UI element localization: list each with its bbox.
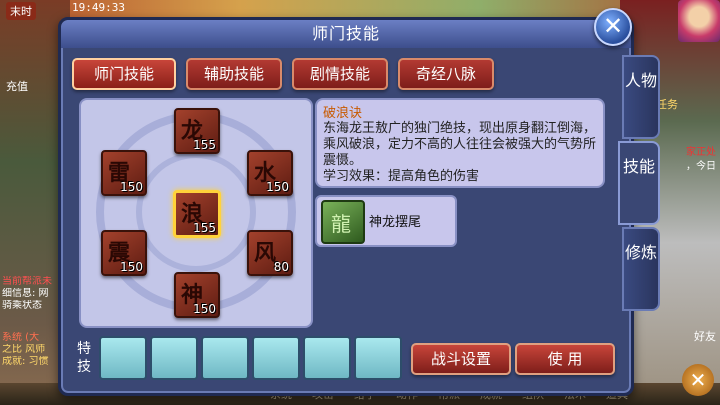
skill-icon[interactable]: 雷 150 bbox=[101, 150, 147, 196]
notice-text: 家正处 ，今日 bbox=[686, 146, 716, 174]
special-skill-slot[interactable] bbox=[354, 336, 402, 380]
sub-skill-card[interactable]: 龍 神龙摆尾 bbox=[315, 195, 457, 247]
sub-skill-glyph: 龍 bbox=[331, 212, 351, 236]
special-skill-slot[interactable] bbox=[201, 336, 249, 380]
skill-description: 破浪诀 东海龙王敖广的独门绝技，现出原身翻江倒海，乘风破浪，定力不高的人往往会被… bbox=[315, 98, 605, 188]
notice-line: 家正处 bbox=[686, 147, 716, 158]
skill-effect: 学习效果：提高角色的伤害 bbox=[323, 169, 480, 184]
skills-panel: 师门技能 师门技能 辅助技能 剧情技能 奇经八脉 龙 155 雷 150 水 1… bbox=[58, 17, 634, 396]
skill-level: 155 bbox=[193, 221, 216, 235]
skill-level: 150 bbox=[193, 302, 216, 316]
skill-level: 150 bbox=[120, 260, 143, 274]
player-avatar[interactable] bbox=[678, 0, 720, 42]
tab-story-skills[interactable]: 剧情技能 bbox=[292, 58, 388, 90]
battle-settings-button[interactable]: 战斗设置 bbox=[411, 343, 511, 375]
skill-level: 155 bbox=[193, 138, 216, 152]
game-clock: 末时 bbox=[6, 2, 36, 20]
skill-icon[interactable]: 龙 155 bbox=[174, 108, 220, 154]
chat-line: 系统 (大 bbox=[2, 332, 40, 343]
dragon-tail-icon: 龍 bbox=[321, 200, 365, 244]
hud-close-icon[interactable]: ✕ bbox=[682, 364, 714, 396]
tab-cultivation[interactable]: 修炼 bbox=[622, 227, 660, 311]
tab-school-skills[interactable]: 师门技能 bbox=[72, 58, 176, 90]
special-skill-slot[interactable] bbox=[99, 336, 147, 380]
chat-line: 之比 风师 bbox=[2, 344, 46, 355]
special-skill-slot[interactable] bbox=[252, 336, 300, 380]
special-skill-label: 特技 bbox=[77, 341, 91, 375]
skill-icon-selected[interactable]: 浪 155 bbox=[173, 190, 221, 238]
close-icon[interactable]: ✕ bbox=[594, 8, 632, 46]
special-skill-slot[interactable] bbox=[303, 336, 351, 380]
sub-skill-name: 神龙摆尾 bbox=[369, 215, 422, 230]
skill-icon[interactable]: 水 150 bbox=[247, 150, 293, 196]
chat-log[interactable]: 当前帮派未 细信息: 网 骑乘状态 系统 (大 之比 风师 成就: 习惯 bbox=[2, 276, 62, 368]
skill-category-tabs: 师门技能 辅助技能 剧情技能 奇经八脉 bbox=[72, 58, 494, 90]
tab-support-skills[interactable]: 辅助技能 bbox=[186, 58, 282, 90]
chat-line: 当前帮派未 bbox=[2, 276, 52, 287]
skill-icon[interactable]: 风 80 bbox=[247, 230, 293, 276]
special-skill-bar: 特技 战斗设置 使 用 bbox=[71, 330, 621, 382]
tab-character[interactable]: 人物 bbox=[622, 55, 660, 139]
tab-meridian[interactable]: 奇经八脉 bbox=[398, 58, 494, 90]
skill-level: 80 bbox=[273, 260, 289, 274]
chat-line: 成就: 习惯 bbox=[2, 356, 49, 367]
skill-name: 破浪诀 bbox=[323, 106, 363, 121]
skill-tree: 龙 155 雷 150 水 150 浪 155 震 150 风 80 神 150 bbox=[79, 98, 313, 328]
skill-level: 150 bbox=[120, 180, 143, 194]
skill-level: 150 bbox=[266, 180, 289, 194]
special-skill-slot[interactable] bbox=[150, 336, 198, 380]
notice-line: ，今日 bbox=[686, 161, 716, 172]
panel-title: 师门技能 bbox=[61, 20, 631, 48]
friends-button[interactable]: 好友 bbox=[694, 328, 716, 344]
skill-glyph: 风 bbox=[254, 241, 277, 266]
tab-skills[interactable]: 技能 bbox=[618, 141, 660, 225]
system-time: 19:49:33 bbox=[72, 1, 125, 14]
chat-line: 骑乘状态 bbox=[2, 300, 42, 311]
use-button[interactable]: 使 用 bbox=[515, 343, 615, 375]
skill-icon[interactable]: 神 150 bbox=[174, 272, 220, 318]
skill-icon[interactable]: 震 150 bbox=[101, 230, 147, 276]
skill-description-text: 东海龙王敖广的独门绝技，现出原身翻江倒海，乘风破浪，定力不高的人往往会被强大的气… bbox=[323, 121, 597, 168]
chat-line: 细信息: 网 bbox=[2, 288, 49, 299]
recharge-button[interactable]: 充值 bbox=[6, 78, 28, 94]
